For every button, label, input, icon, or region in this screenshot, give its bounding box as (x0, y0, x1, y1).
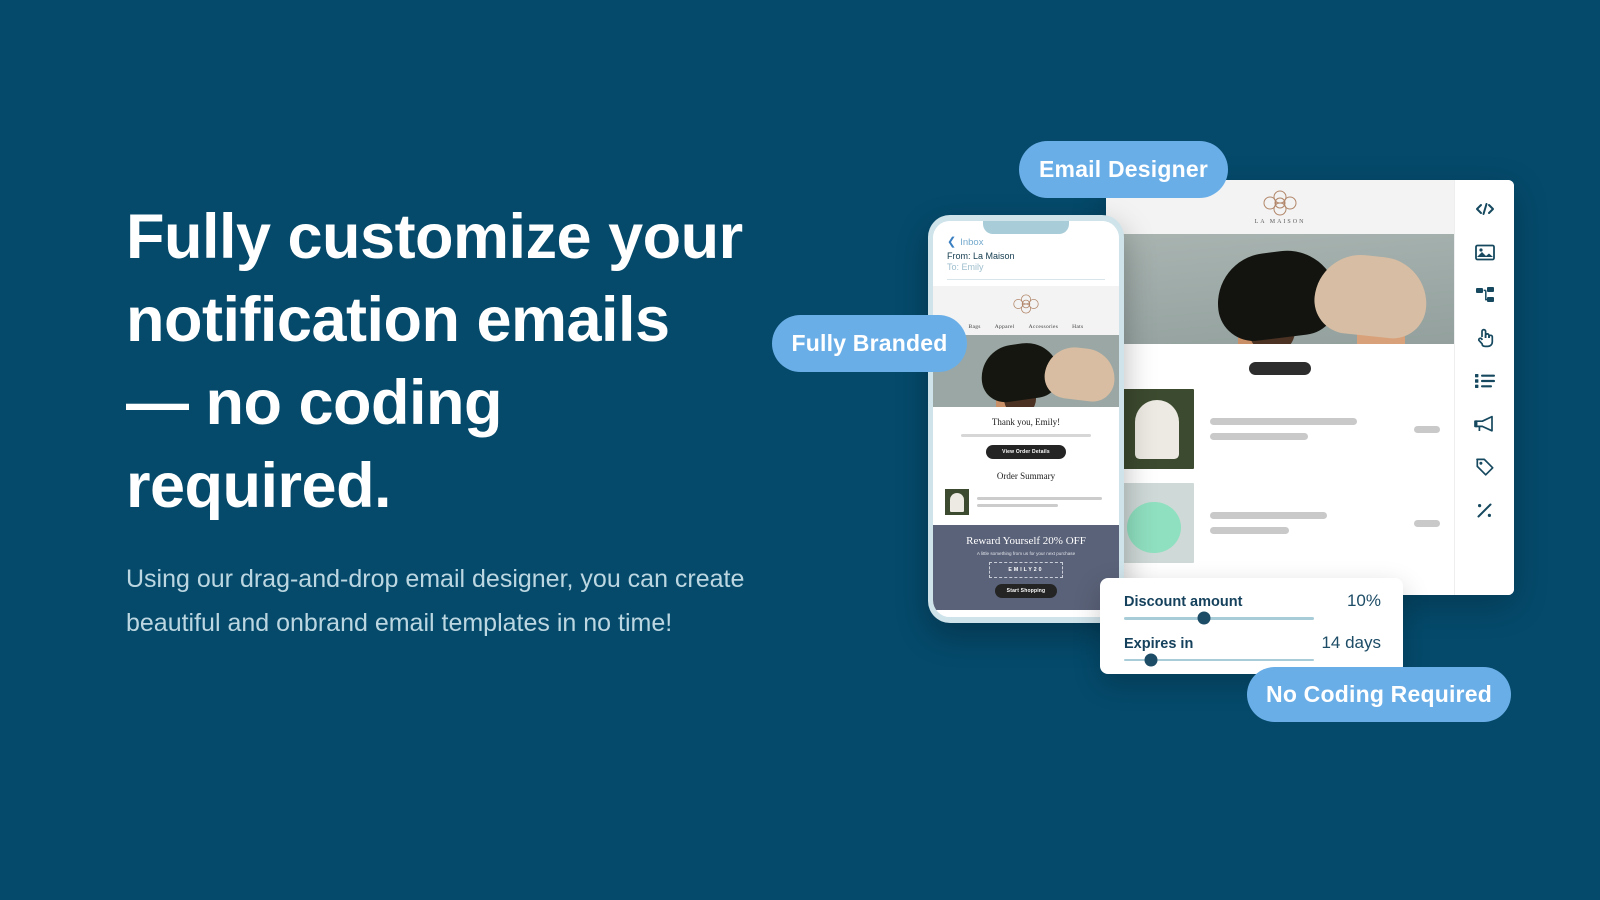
product-text-placeholder (1210, 418, 1398, 440)
chevron-left-icon: ❮ (947, 236, 957, 248)
list-icon[interactable] (1472, 368, 1498, 394)
nav-item-accessories[interactable]: Accessories (1029, 324, 1059, 330)
start-shopping-button[interactable]: Start Shopping (995, 584, 1057, 598)
discount-settings-card: Discount amount 10% Expires in 14 days (1100, 578, 1403, 674)
split-icon[interactable] (1472, 282, 1498, 308)
product-price-placeholder (1414, 519, 1440, 527)
image-icon[interactable] (1472, 239, 1498, 265)
percent-icon[interactable] (1472, 497, 1498, 523)
megaphone-icon[interactable] (1472, 411, 1498, 437)
hero-subcopy: Using our drag-and-drop email designer, … (126, 564, 745, 637)
expires-in-slider-row: Expires in 14 days (1124, 632, 1381, 667)
divider (947, 279, 1105, 280)
phone-notch (983, 221, 1069, 234)
product-thumbnail (1120, 483, 1194, 563)
hero-copy: Fully customize your notification emails… (126, 196, 746, 645)
expires-in-slider[interactable] (1124, 653, 1314, 667)
designer-toolbar (1454, 180, 1514, 595)
product-thumbnail (1120, 389, 1194, 469)
discount-amount-value: 10% (1346, 591, 1381, 610)
phone-screen: ❮ Inbox From: La Maison To: Emily Bags A… (933, 221, 1119, 617)
reward-section: Reward Yourself 20% OFF A little somethi… (933, 525, 1119, 610)
designer-hero-image (1106, 234, 1454, 344)
page-title: Fully customize your notification emails… (126, 202, 743, 522)
button-icon[interactable] (1472, 325, 1498, 351)
badge-email-designer: Email Designer (1019, 141, 1228, 198)
promo-code[interactable]: EMILY20 (989, 562, 1063, 578)
recommendations-heading: You'll love these (933, 610, 1119, 617)
phone-mockup: ❮ Inbox From: La Maison To: Emily Bags A… (928, 215, 1124, 623)
expires-in-value: 14 days (1321, 632, 1381, 652)
slider-knob[interactable] (1144, 653, 1158, 667)
order-item-thumbnail (945, 489, 969, 515)
inbox-label: Inbox (960, 237, 984, 248)
designer-brand-name: LA MAISON (1254, 219, 1306, 225)
reward-title: Reward Yourself 20% OFF (966, 535, 1086, 547)
email-nav: Bags Apparel Accessories Hats (969, 324, 1084, 330)
designer-cta-placeholder[interactable] (1249, 362, 1311, 375)
inbox-back-link[interactable]: ❮ Inbox (947, 236, 1105, 249)
badge-fully-branded: Fully Branded (772, 315, 967, 372)
order-line-item (933, 481, 1119, 525)
la-maison-logo-icon (1263, 189, 1297, 217)
expires-in-label: Expires in (1124, 635, 1194, 652)
nav-item-bags[interactable]: Bags (969, 324, 981, 330)
email-designer-window: LA MAISON (1106, 180, 1514, 595)
product-price-placeholder (1414, 425, 1440, 433)
order-item-text-placeholder (977, 497, 1107, 507)
designer-product-row (1106, 389, 1454, 469)
email-to: To: Emily (947, 262, 984, 272)
badge-no-coding-required: No Coding Required (1247, 667, 1511, 722)
product-text-placeholder (1210, 512, 1398, 534)
order-summary-heading: Order Summary (996, 471, 1056, 481)
discount-amount-slider-row: Discount amount 10% (1124, 591, 1381, 625)
text-placeholder (961, 434, 1091, 437)
thank-you-heading: Thank you, Emily! (991, 417, 1061, 427)
discount-amount-slider[interactable] (1124, 611, 1314, 625)
slider-knob[interactable] (1197, 611, 1211, 625)
tag-icon[interactable] (1472, 454, 1498, 480)
email-from: From: La Maison (947, 251, 1015, 261)
designer-product-row (1106, 483, 1454, 563)
nav-item-hats[interactable]: Hats (1072, 324, 1083, 330)
designer-canvas[interactable]: LA MAISON (1106, 180, 1454, 595)
view-order-details-button[interactable]: View Order Details (986, 445, 1066, 459)
code-icon[interactable] (1472, 196, 1498, 222)
discount-amount-label: Discount amount (1124, 594, 1243, 610)
la-maison-logo-icon (1013, 293, 1039, 320)
nav-item-apparel[interactable]: Apparel (995, 324, 1015, 330)
reward-subtitle: A little something from us for your next… (976, 551, 1076, 556)
